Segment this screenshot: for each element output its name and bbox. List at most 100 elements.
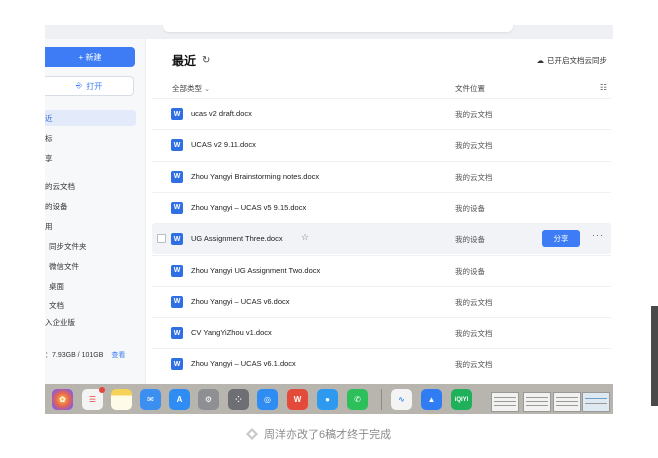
file-location: 我的设备: [455, 266, 485, 276]
sidebar-item-sync-folder[interactable]: 同步文件夹: [49, 238, 87, 254]
lark-icon[interactable]: ▲: [421, 389, 442, 410]
document-thumbnail[interactable]: [553, 392, 581, 412]
scrollbar[interactable]: [651, 306, 658, 406]
sidebar-item-label: 文档: [49, 300, 64, 310]
search-field[interactable]: [163, 25, 513, 32]
page-title-text: 最近: [172, 54, 197, 68]
diamond-icon: [246, 428, 258, 440]
word-doc-icon: W: [171, 170, 183, 183]
file-location: 我的云文档: [455, 297, 493, 307]
file-location: 我的云文档: [455, 360, 493, 370]
iqiyi-icon-label: iQIYI: [454, 396, 469, 403]
sidebar-item-label: 入企业版: [45, 317, 75, 327]
file-row[interactable]: Wucas v2 draft.docx 我的云文档: [152, 98, 611, 129]
word-doc-icon: W: [171, 201, 183, 214]
new-button[interactable]: + 新建: [45, 47, 135, 67]
dock: ✿ ☰ ✉ A ⚙ ⁘ ◎ W ● ✆ ∿ ▲ iQIYI: [45, 384, 613, 414]
reminders-icon[interactable]: ☰: [82, 387, 105, 410]
wps-icon-letter: W: [293, 395, 302, 404]
chevron-down-icon: ⌄: [204, 86, 210, 93]
sidebar-item-wechat-files[interactable]: 微信文件: [49, 258, 79, 274]
sidebar-item-cloud-docs[interactable]: 的云文档: [45, 178, 75, 194]
sidebar-item-label: 的设备: [45, 201, 68, 211]
sidebar-item-shared[interactable]: 享: [45, 150, 53, 166]
file-row[interactable]: W Zhou Yangyi – UCAS v6.docx 我的云文档: [152, 285, 611, 317]
sidebar-item-desktop[interactable]: 桌面: [49, 278, 64, 294]
sidebar-item-label: 用: [45, 221, 53, 231]
sidebar: + 新建 ⎆ 打开 近 标 享 的云文档 的设备 用 同步文件夹 微信文件 桌面…: [45, 39, 146, 385]
file-name: UG Assignment Three.docx: [191, 234, 283, 244]
title-bar: [45, 25, 613, 39]
sidebar-item-common[interactable]: 用: [45, 218, 53, 234]
sidebar-item-label: 微信文件: [49, 261, 79, 271]
wechat-icon[interactable]: ✆: [347, 389, 368, 410]
qq-browser-icon[interactable]: ●: [317, 389, 338, 410]
file-row[interactable]: W CV YangYiZhou v1.docx 我的云文档: [152, 317, 611, 348]
launchpad-icon[interactable]: ⁘: [228, 389, 249, 410]
open-button[interactable]: ⎆ 打开: [45, 76, 134, 96]
freeform-icon[interactable]: ∿: [391, 389, 412, 410]
iqiyi-icon[interactable]: iQIYI: [451, 389, 472, 410]
word-doc-icon: W: [171, 358, 183, 371]
sidebar-item-label: 的云文档: [45, 181, 75, 191]
file-name: Zhou Yangyi – UCAS v5 9.15.docx: [191, 202, 307, 212]
wps-icon[interactable]: W: [287, 389, 308, 410]
document-thumbnail[interactable]: [491, 392, 519, 412]
share-button[interactable]: 分享: [542, 230, 580, 248]
safari-icon[interactable]: ◎: [257, 389, 278, 410]
file-name: ucas v2 draft.docx: [191, 109, 252, 118]
app-store-icon[interactable]: A: [169, 389, 190, 410]
row-checkbox[interactable]: [157, 234, 166, 244]
file-name: Zhou Yangyi Brainstorming notes.docx: [191, 171, 320, 181]
word-doc-icon: W: [171, 139, 183, 152]
file-location: 我的设备: [455, 203, 485, 213]
file-row[interactable]: W UCAS v2 9.11.docx 我的云文档: [152, 129, 611, 160]
sidebar-item-label: 同步文件夹: [49, 241, 87, 251]
refresh-icon[interactable]: ↻: [202, 55, 210, 66]
file-location: 我的云文档: [455, 110, 493, 119]
document-thumbnail[interactable]: [582, 392, 610, 412]
app-window: + 新建 ⎆ 打开 近 标 享 的云文档 的设备 用 同步文件夹 微信文件 桌面…: [45, 25, 613, 385]
file-row[interactable]: W Zhou Yangyi UG Assignment Two.docx 我的设备: [152, 254, 611, 286]
type-filter[interactable]: 全部类型 ⌄: [172, 83, 210, 94]
file-name: UCAS v2 9.11.docx: [191, 140, 256, 150]
dock-separator: [381, 389, 382, 410]
sidebar-item-enterprise[interactable]: 入企业版: [45, 314, 75, 330]
sidebar-item-label: 享: [45, 153, 53, 163]
file-location: 我的云文档: [455, 329, 493, 339]
notification-badge: [99, 387, 105, 393]
file-location: 我的云文档: [455, 172, 493, 182]
location-column-header: 文件位置: [455, 84, 485, 93]
sidebar-item-starred[interactable]: 标: [45, 130, 53, 146]
photos-icon[interactable]: ✿: [52, 389, 73, 410]
file-name: Zhou Yangyi – UCAS v6.docx: [191, 296, 290, 306]
notes-icon[interactable]: [111, 389, 132, 410]
storage-info: ：7.93GB / 101GB 查看: [45, 350, 125, 360]
image-caption: 周洋亦改了6稿才终于完成: [246, 426, 391, 442]
file-row[interactable]: W Zhou Yangyi – UCAS v6.1.docx 我的云文档: [152, 348, 611, 379]
star-icon[interactable]: ☆: [301, 232, 309, 243]
more-icon[interactable]: ···: [592, 230, 604, 240]
view-options-icon[interactable]: ☷: [600, 83, 607, 92]
word-doc-icon: W: [171, 264, 183, 277]
system-settings-icon[interactable]: ⚙: [198, 389, 219, 410]
open-button-label: 打开: [86, 81, 103, 91]
file-name: Zhou Yangyi – UCAS v6.1.docx: [191, 359, 296, 369]
file-row[interactable]: W Zhou Yangyi – UCAS v5 9.15.docx 我的设备: [152, 191, 611, 223]
cloud-icon: ☁: [536, 56, 545, 65]
storage-view-link[interactable]: 查看: [111, 352, 125, 359]
sidebar-item-devices[interactable]: 的设备: [45, 198, 68, 214]
mail-icon[interactable]: ✉: [140, 389, 161, 410]
caption-text: 周洋亦改了6稿才终于完成: [264, 429, 392, 441]
sidebar-item-documents[interactable]: 文档: [49, 297, 64, 313]
file-row[interactable]: W UG Assignment Three.docx ☆ 我的设备 分享 ···: [152, 223, 611, 255]
document-thumbnail[interactable]: [523, 392, 551, 412]
type-filter-label: 全部类型: [172, 84, 202, 93]
sidebar-item-recent[interactable]: 近: [45, 110, 136, 126]
word-doc-icon: W: [171, 295, 183, 308]
file-row[interactable]: W Zhou Yangyi Brainstorming notes.docx 我的云…: [152, 160, 611, 192]
cloud-sync-status[interactable]: ☁ 已开启文档云同步: [537, 55, 608, 66]
sidebar-item-label: 近: [45, 113, 53, 123]
main-panel: 最近 ↻ ☁ 已开启文档云同步 全部类型 ⌄ 文件位置 ☷ Wucas v2 d…: [146, 39, 613, 385]
word-doc-icon: W: [171, 327, 183, 340]
